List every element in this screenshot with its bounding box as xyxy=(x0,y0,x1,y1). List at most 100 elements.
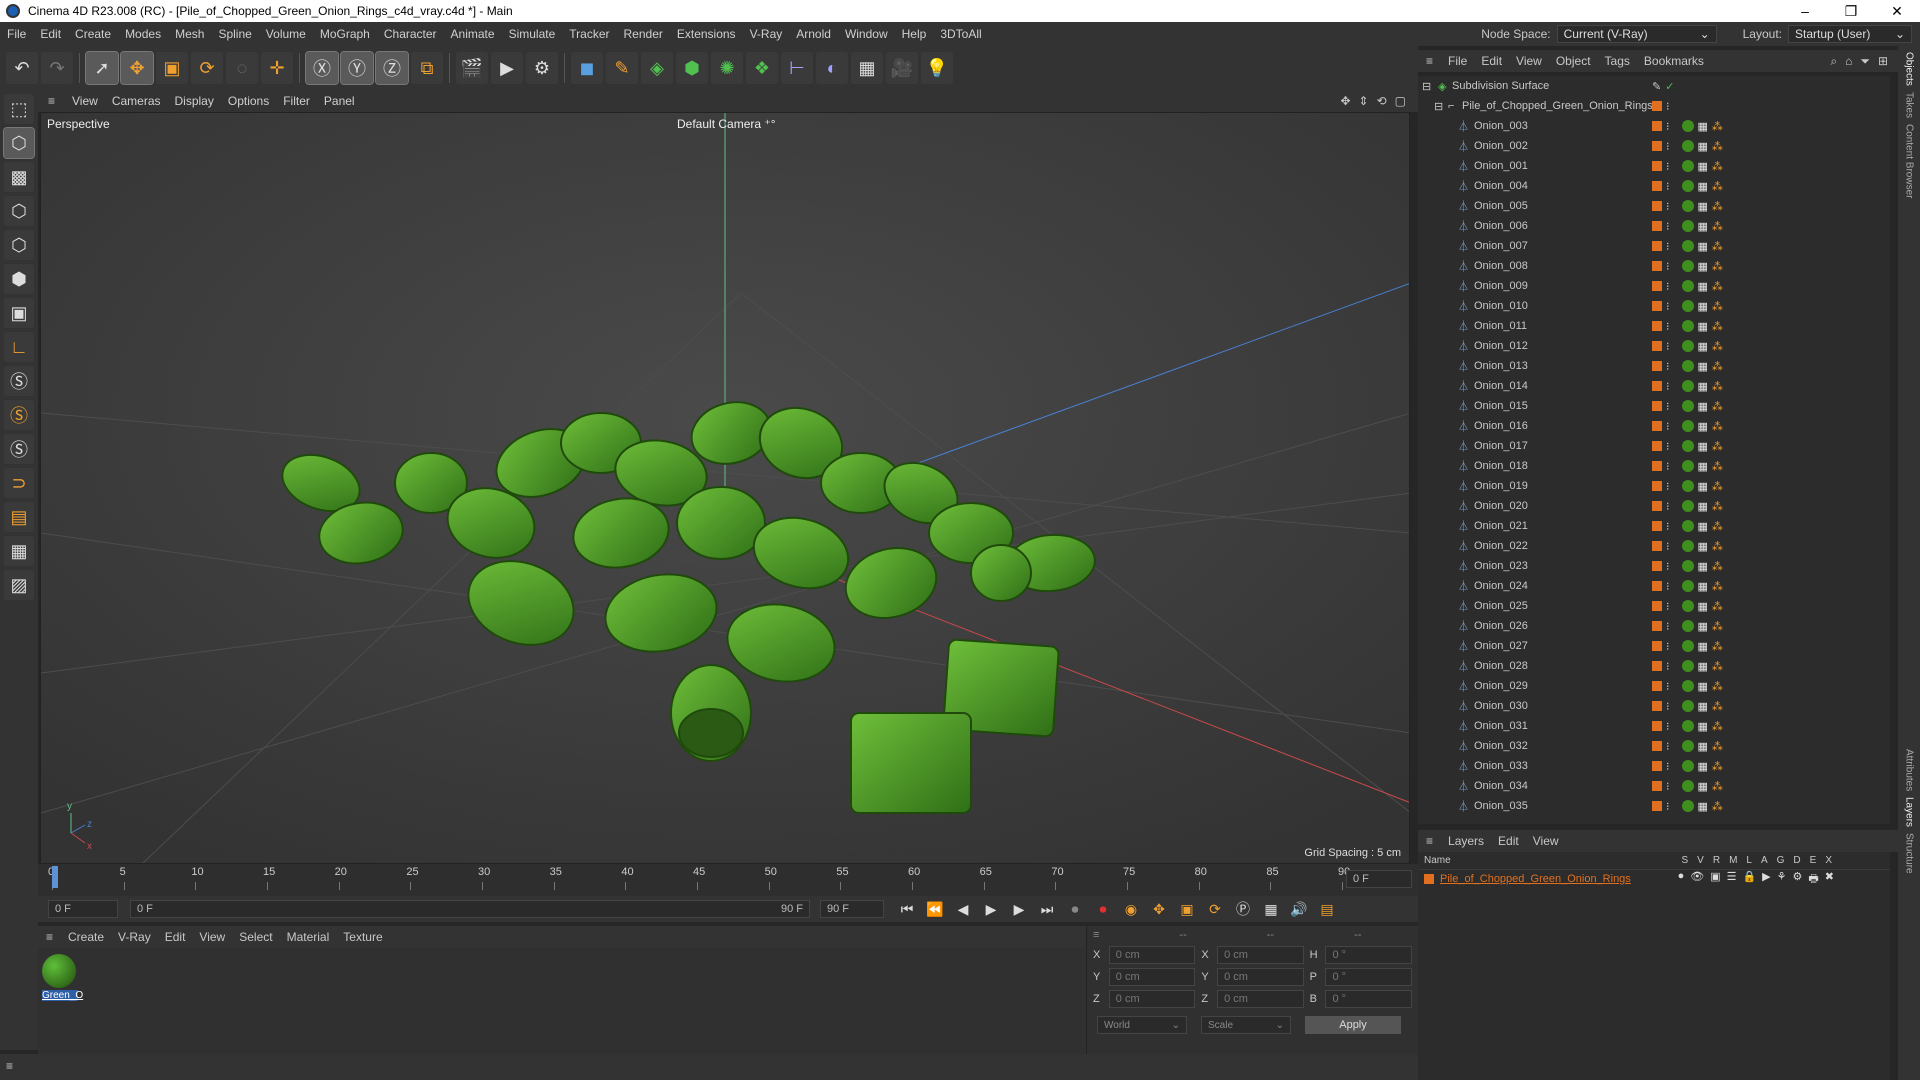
material-tag-icon[interactable] xyxy=(1681,180,1694,192)
menu-create[interactable]: Create xyxy=(68,27,118,41)
object-row[interactable]: ⏃ Onion_011 ⁝ ▦ ⁂ xyxy=(1418,316,1890,336)
material-tag-icon[interactable] xyxy=(1681,460,1694,472)
vray-tag-icon[interactable]: ⁂ xyxy=(1712,240,1723,253)
visibility-dots-icon[interactable]: ⁝ xyxy=(1666,540,1670,553)
object-row[interactable]: ⏃ Onion_028 ⁝ ▦ ⁂ xyxy=(1418,656,1890,676)
coord-field[interactable]: 0 ° xyxy=(1325,946,1412,964)
checker-tag-icon[interactable]: ▦ xyxy=(1698,120,1708,133)
visibility-dots-icon[interactable]: ⁝ xyxy=(1666,780,1670,793)
checker-tag-icon[interactable]: ▦ xyxy=(1698,220,1708,233)
layer-menu-edit[interactable]: Edit xyxy=(1491,834,1526,848)
move-tool-icon[interactable]: ✥ xyxy=(120,51,154,85)
visibility-dots-icon[interactable]: ⁝ xyxy=(1666,800,1670,813)
object-row[interactable]: ⏃ Onion_005 ⁝ ▦ ⁂ xyxy=(1418,196,1890,216)
vray-tag-icon[interactable]: ⁂ xyxy=(1712,520,1723,533)
key-param-icon[interactable]: Ⓟ xyxy=(1232,898,1254,920)
visibility-dots-icon[interactable]: ⁝ xyxy=(1666,460,1670,473)
material-menu-view[interactable]: View xyxy=(192,930,232,944)
vray-tag-icon[interactable]: ⁂ xyxy=(1712,460,1723,473)
vray-tag-icon[interactable]: ⁂ xyxy=(1712,800,1723,813)
hamburger-icon[interactable]: ≡ xyxy=(1093,929,1099,941)
start-frame-field[interactable]: 0 F xyxy=(48,900,118,918)
material-tag-icon[interactable] xyxy=(1681,160,1694,172)
vray-tag-icon[interactable]: ⁂ xyxy=(1712,780,1723,793)
object-row[interactable]: ⏃ Onion_004 ⁝ ▦ ⁂ xyxy=(1418,176,1890,196)
redo-icon[interactable]: ↷ xyxy=(41,52,73,84)
object-row[interactable]: ⏃ Onion_024 ⁝ ▦ ⁂ xyxy=(1418,576,1890,596)
vray-tag-icon[interactable]: ⁂ xyxy=(1712,340,1723,353)
collapse-icon[interactable]: ⊟ xyxy=(1422,80,1431,93)
visibility-dots-icon[interactable]: ⁝ xyxy=(1666,260,1670,273)
sound-icon[interactable]: 🔊 xyxy=(1288,898,1310,920)
layer-menu-view[interactable]: View xyxy=(1526,834,1566,848)
object-menu-bookmarks[interactable]: Bookmarks xyxy=(1637,54,1711,68)
material-tag-icon[interactable] xyxy=(1681,240,1694,252)
viewport-menu-cameras[interactable]: Cameras xyxy=(105,94,168,108)
material-tag-icon[interactable] xyxy=(1681,260,1694,272)
coord-field[interactable]: 0 cm xyxy=(1217,946,1304,964)
deformer-icon[interactable]: ⊢ xyxy=(781,52,813,84)
object-row[interactable]: ⏃ Onion_027 ⁝ ▦ ⁂ xyxy=(1418,636,1890,656)
workplane-snap-icon[interactable]: Ⓢ xyxy=(4,434,34,464)
material-tag-icon[interactable] xyxy=(1681,620,1694,632)
material-tag-icon[interactable] xyxy=(1681,500,1694,512)
material-tag-icon[interactable] xyxy=(1681,380,1694,392)
vray-tag-icon[interactable]: ⁂ xyxy=(1712,480,1723,493)
visibility-dots-icon[interactable]: ⁝ xyxy=(1666,520,1670,533)
prev-frame-icon[interactable]: ◀ xyxy=(952,898,974,920)
polygons-mode-icon[interactable]: ⬢ xyxy=(4,264,34,294)
vray-tag-icon[interactable]: ⁂ xyxy=(1712,200,1723,213)
object-row[interactable]: ⏃ Onion_022 ⁝ ▦ ⁂ xyxy=(1418,536,1890,556)
visibility-dots-icon[interactable]: ⁝ xyxy=(1666,700,1670,713)
menu-simulate[interactable]: Simulate xyxy=(502,27,563,41)
checker-tag-icon[interactable]: ▦ xyxy=(1698,580,1708,593)
material-tag-icon[interactable] xyxy=(1681,220,1694,232)
object-row[interactable]: ⏃ Onion_035 ⁝ ▦ ⁂ xyxy=(1418,796,1890,816)
vray-tag-icon[interactable]: ⁂ xyxy=(1712,300,1723,313)
object-row[interactable]: ⏃ Onion_034 ⁝ ▦ ⁂ xyxy=(1418,776,1890,796)
vray-tag-icon[interactable]: ⁂ xyxy=(1712,280,1723,293)
checker-tag-icon[interactable]: ▦ xyxy=(1698,460,1708,473)
menu-animate[interactable]: Animate xyxy=(444,27,502,41)
object-row[interactable]: ⏃ Onion_013 ⁝ ▦ ⁂ xyxy=(1418,356,1890,376)
checker-tag-icon[interactable]: ▦ xyxy=(1698,200,1708,213)
grid-icon[interactable]: ▦ xyxy=(4,536,34,566)
checker-tag-icon[interactable]: ▦ xyxy=(1698,300,1708,313)
visibility-dots-icon[interactable]: ⁝ xyxy=(1666,620,1670,633)
material-tag-icon[interactable] xyxy=(1681,560,1694,572)
checker-tag-icon[interactable]: ▦ xyxy=(1698,140,1708,153)
visibility-dots-icon[interactable]: ⁝ xyxy=(1666,500,1670,513)
menu-mesh[interactable]: Mesh xyxy=(168,27,211,41)
menu-3dtoall[interactable]: 3DToAll xyxy=(933,27,988,41)
timeline-icon[interactable]: ▤ xyxy=(1316,898,1338,920)
object-menu-file[interactable]: File xyxy=(1441,54,1474,68)
hamburger-icon[interactable]: ≡ xyxy=(1418,54,1441,68)
material-tag-icon[interactable] xyxy=(1681,800,1694,812)
vray-tag-icon[interactable]: ⁂ xyxy=(1712,120,1723,133)
snap-icon[interactable]: Ⓢ xyxy=(4,366,34,396)
object-row[interactable]: ⏃ Onion_014 ⁝ ▦ ⁂ xyxy=(1418,376,1890,396)
play-icon[interactable]: ▶ xyxy=(980,898,1002,920)
snap-settings-icon[interactable]: Ⓢ xyxy=(4,400,34,430)
material-menu-select[interactable]: Select xyxy=(232,930,279,944)
apply-button[interactable]: Apply xyxy=(1305,1016,1401,1034)
vray-tag-icon[interactable]: ⁂ xyxy=(1712,600,1723,613)
material-tag-icon[interactable] xyxy=(1681,120,1694,132)
visibility-dots-icon[interactable]: ⁝ xyxy=(1666,360,1670,373)
uv-mode-icon[interactable]: ▣ xyxy=(4,298,34,328)
visibility-dots-icon[interactable]: ⁝ xyxy=(1666,300,1670,313)
material-tag-icon[interactable] xyxy=(1681,520,1694,532)
make-editable-icon[interactable]: ⬚ xyxy=(4,94,34,124)
fracture-icon[interactable]: ❖ xyxy=(746,52,778,84)
material-tag-icon[interactable] xyxy=(1681,480,1694,492)
checker-tag-icon[interactable]: ▦ xyxy=(1698,440,1708,453)
filter-icon[interactable]: ⏷ xyxy=(1860,54,1870,69)
menu-help[interactable]: Help xyxy=(895,27,934,41)
checker-tag-icon[interactable]: ▦ xyxy=(1698,560,1708,573)
menu-render[interactable]: Render xyxy=(617,27,670,41)
rotate-view-icon[interactable]: ⟲ xyxy=(1377,94,1387,108)
material-menu-texture[interactable]: Texture xyxy=(336,930,389,944)
checker-tag-icon[interactable]: ▦ xyxy=(1698,680,1708,693)
manager-icon[interactable]: ☰ xyxy=(1727,870,1737,889)
menu-extensions[interactable]: Extensions xyxy=(670,27,743,41)
